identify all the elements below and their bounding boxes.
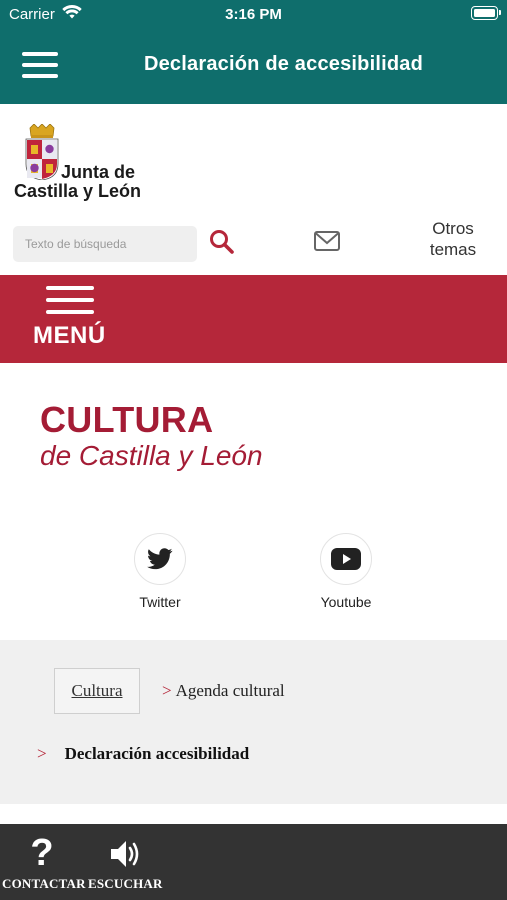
- breadcrumb-current-label: Declaración accesibilidad: [64, 744, 250, 763]
- battery-icon: [471, 6, 501, 20]
- search-input[interactable]: [13, 226, 197, 262]
- twitter-label: Twitter: [139, 594, 181, 610]
- breadcrumb-agenda-label: Agenda cultural: [175, 681, 285, 700]
- contactar-label: CONTACTAR: [2, 876, 86, 891]
- twitter-link[interactable]: Twitter: [105, 533, 215, 610]
- coat-of-arms-icon: [25, 124, 59, 180]
- hero-subtitle: de Castilla y León: [40, 440, 263, 471]
- breadcrumb-agenda-link[interactable]: > Agenda cultural: [162, 681, 285, 701]
- menu-label: MENÚ: [33, 322, 106, 349]
- logo-text-line1: Junta de: [61, 162, 136, 182]
- breadcrumb-cultura-link[interactable]: Cultura: [54, 668, 140, 714]
- menu-icon: [46, 286, 94, 316]
- top-bar: Carrier 3:16 PM Declaración de accesibil…: [0, 0, 507, 104]
- breadcrumb-current: > Declaración accesibilidad: [37, 744, 249, 764]
- breadcrumb-separator: >: [162, 681, 172, 700]
- youtube-link[interactable]: Youtube: [291, 533, 401, 610]
- otros-temas-link[interactable]: Otros temas: [420, 218, 486, 260]
- twitter-icon: [134, 533, 186, 585]
- page-title: Declaración de accesibilidad: [143, 53, 424, 75]
- logo-text-line2: Castilla y León: [14, 181, 142, 201]
- youtube-icon: [320, 533, 372, 585]
- youtube-label: Youtube: [320, 594, 372, 610]
- escuchar-label: ESCUCHAR: [88, 876, 163, 891]
- escuchar-button[interactable]: ESCUCHAR: [88, 832, 162, 892]
- bottom-toolbar: ? CONTACTAR ESCUCHAR: [0, 824, 507, 900]
- speaker-icon: [88, 832, 162, 876]
- hamburger-icon[interactable]: [22, 52, 58, 78]
- hero-title: CULTURA: [40, 399, 214, 440]
- mail-icon[interactable]: [313, 229, 341, 253]
- status-time: 3:16 PM: [225, 6, 282, 23]
- status-bar: Carrier 3:16 PM: [0, 0, 507, 30]
- breadcrumb: Cultura > Agenda cultural > Declaración ac…: [0, 640, 507, 804]
- search-icon[interactable]: [206, 227, 238, 259]
- otros-label-line1: Otros: [432, 219, 474, 238]
- junta-logo[interactable]: Junta de Castilla y León: [14, 124, 154, 204]
- question-icon: ?: [30, 832, 54, 874]
- contactar-button[interactable]: ? CONTACTAR: [2, 832, 86, 892]
- otros-label-line2: temas: [429, 240, 477, 259]
- main-menu-button[interactable]: MENÚ: [0, 275, 507, 363]
- breadcrumb-separator: >: [37, 744, 47, 763]
